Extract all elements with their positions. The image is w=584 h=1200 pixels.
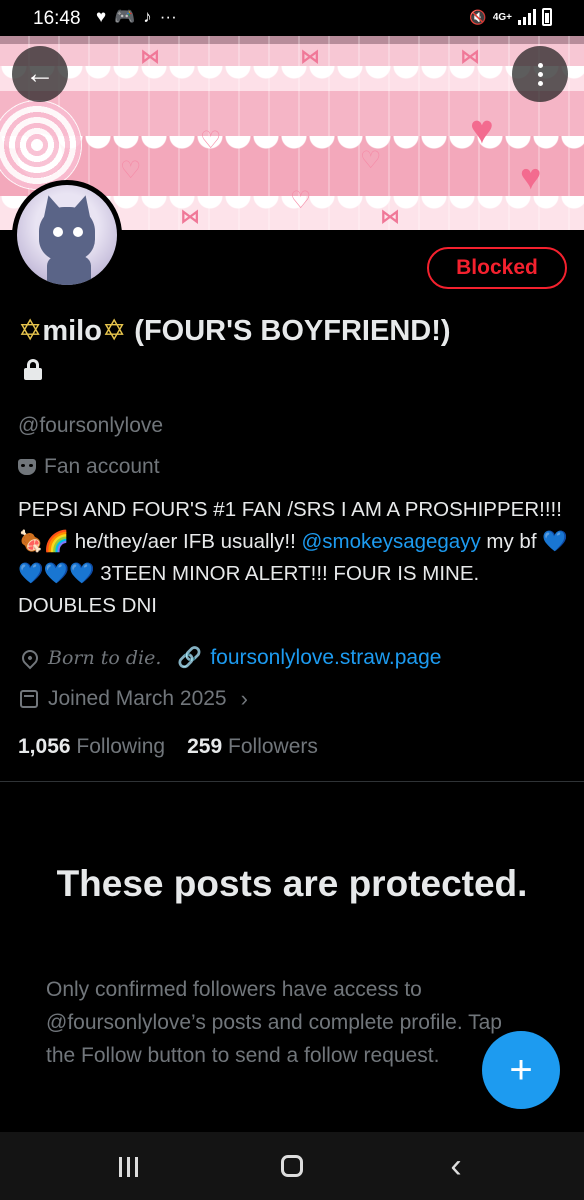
heart-icon: ♥ (470, 108, 494, 152)
chevron-right-icon: › (240, 686, 248, 711)
category-label: Fan account (44, 455, 160, 478)
avatar-image (17, 185, 117, 285)
banner-lace (0, 136, 584, 154)
compose-button[interactable]: + (482, 1031, 560, 1109)
bow-icon: ⋈ (180, 206, 200, 228)
heart-icon: ♡ (200, 127, 222, 154)
gamepad-icon: 🎮 (114, 7, 136, 26)
bow-icon: ⋈ (300, 46, 320, 68)
protected-description: Only confirmed followers have access to … (46, 978, 502, 1067)
more-vertical-icon (537, 62, 543, 86)
mute-icon: 🔇 (469, 8, 487, 25)
bow-icon: ⋈ (140, 46, 160, 68)
status-bar: 16:48 ♥ 🎮 ♪ ··· 🔇 4G+ (0, 0, 584, 36)
status-left-icons: ♥ 🎮 ♪ ··· (96, 7, 177, 27)
mask-icon (18, 459, 36, 475)
recent-apps-icon (118, 1157, 138, 1177)
heart-icon: ♡ (290, 187, 312, 214)
heart-icon: ♥ (520, 156, 542, 197)
star-icon: ✡ (18, 315, 43, 347)
music-icon: ♪ (143, 7, 152, 26)
battery-icon (542, 8, 552, 26)
recent-apps-button[interactable] (98, 1152, 158, 1184)
bio-mention-link[interactable]: @smokeysagegayy (302, 530, 481, 553)
status-time: 16:48 (33, 8, 81, 29)
profile-bio: PEPSI AND FOUR'S #1 FAN /SRS I AM A PROS… (18, 494, 568, 622)
following-count: 1,056 (18, 735, 71, 758)
profile-name: ✡milo✡ (FOUR'S BOYFRIEND!) (18, 312, 458, 388)
star-icon: ✡ (101, 315, 127, 347)
followers-stat[interactable]: 259 Followers (187, 735, 318, 759)
more-icon: ··· (159, 7, 177, 26)
protected-title: These posts are protected. (56, 863, 528, 904)
more-options-button[interactable] (512, 46, 568, 102)
back-icon: ‹ (450, 1147, 462, 1185)
system-navbar: ‹ (0, 1132, 584, 1200)
banner-lace (0, 66, 584, 84)
heart-icon: ♡ (120, 157, 142, 184)
profile-category: Fan account (18, 455, 160, 479)
plus-icon: + (509, 1047, 533, 1092)
home-button[interactable] (262, 1152, 322, 1184)
bow-icon: ⋈ (460, 46, 480, 68)
arrow-left-icon: ← (25, 57, 55, 90)
following-stat[interactable]: 1,056 Following (18, 735, 165, 759)
calendar-icon (20, 690, 38, 708)
followers-count: 259 (187, 735, 223, 758)
system-back-button[interactable]: ‹ (426, 1149, 486, 1184)
profile-meta: Born to die. 🔗 foursonlylove.straw.page (18, 645, 441, 670)
name-main: milo (42, 315, 102, 347)
followers-label: Followers (228, 735, 318, 758)
heart-icon: ♡ (360, 147, 382, 174)
name-rest: (FOUR'S BOYFRIEND!) (126, 315, 451, 347)
lock-icon (24, 359, 42, 380)
link-icon: 🔗 (177, 647, 203, 669)
banner-swirl (0, 100, 82, 190)
joined-date: Joined March 2025 (48, 687, 227, 710)
avatar[interactable] (12, 180, 122, 290)
heart-icon: ♥ (96, 7, 107, 26)
location-pin-icon (18, 646, 42, 669)
network-4g-icon: 4G+ (492, 11, 512, 23)
following-label: Following (76, 735, 166, 758)
profile-location: Born to die. (48, 646, 162, 669)
divider (0, 781, 584, 782)
signal-icon (518, 9, 536, 25)
bow-icon: ⋈ (380, 206, 400, 228)
status-right-icons: 🔇 4G+ (469, 8, 552, 26)
home-icon (281, 1155, 303, 1177)
joined-row[interactable]: Joined March 2025 › (18, 686, 248, 712)
profile-handle: @foursonlylove (18, 414, 164, 437)
blocked-button[interactable]: Blocked (427, 247, 567, 289)
profile-website-link[interactable]: foursonlylove.straw.page (210, 646, 441, 670)
back-button[interactable]: ← (12, 46, 68, 102)
follow-stats: 1,056 Following 259 Followers (18, 735, 318, 759)
